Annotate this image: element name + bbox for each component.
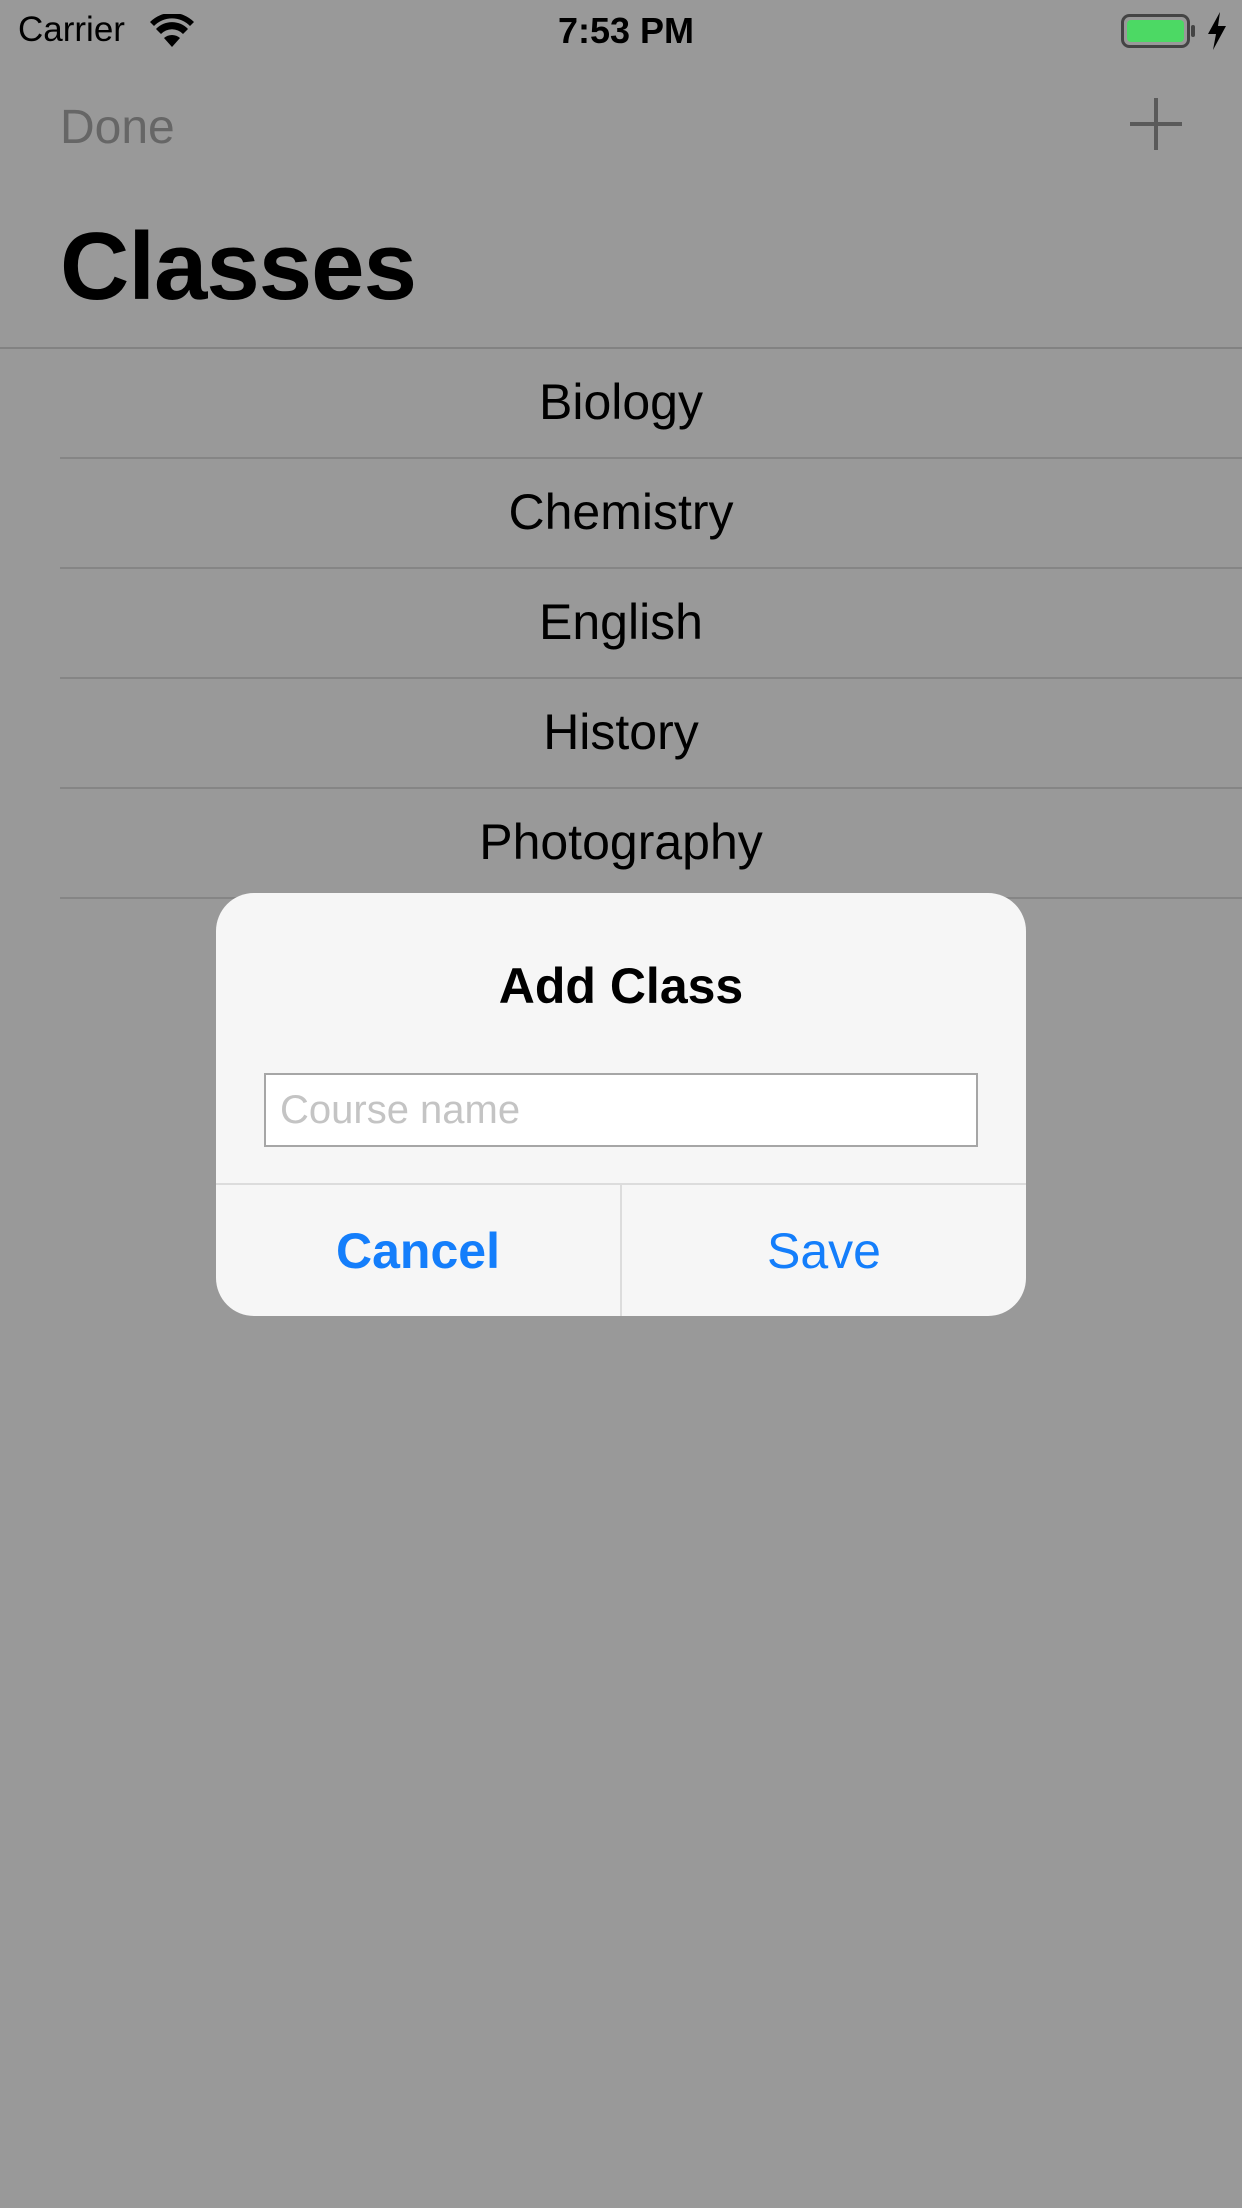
class-name: Chemistry — [508, 484, 734, 540]
class-name: English — [539, 594, 703, 650]
done-button[interactable]: Done — [60, 100, 175, 155]
page-title: Classes — [60, 213, 417, 320]
course-name-input[interactable] — [264, 1073, 978, 1147]
list-item[interactable]: Chemistry — [0, 459, 1242, 569]
charging-bolt-icon — [1208, 12, 1226, 50]
list-item[interactable]: English — [0, 569, 1242, 679]
cancel-button[interactable]: Cancel — [216, 1185, 620, 1316]
add-class-alert: Add Class Cancel Save — [216, 893, 1026, 1316]
class-list: Biology Chemistry English History Photog… — [0, 349, 1242, 899]
status-bar: Carrier 7:53 PM — [0, 0, 1242, 60]
plus-icon[interactable] — [1128, 96, 1184, 152]
battery-charging-icon — [1121, 14, 1195, 48]
alert-title: Add Class — [498, 958, 744, 1014]
class-name: Biology — [539, 374, 703, 430]
list-item[interactable]: Biology — [0, 349, 1242, 459]
save-button[interactable]: Save — [622, 1185, 1026, 1316]
class-name: Photography — [479, 814, 763, 870]
list-item[interactable]: Photography — [0, 789, 1242, 899]
class-name: History — [543, 704, 699, 760]
list-item[interactable]: History — [0, 679, 1242, 789]
clock: 7:53 PM — [557, 10, 695, 51]
